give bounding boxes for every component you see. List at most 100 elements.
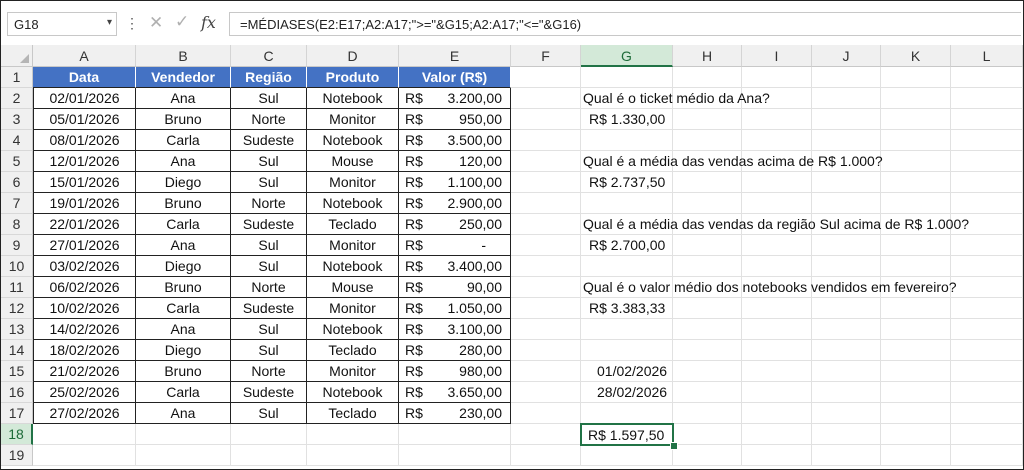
fill-handle[interactable] — [670, 442, 678, 450]
grid-cell[interactable] — [581, 193, 673, 214]
table-cell[interactable]: R$ 90,00 — [399, 277, 511, 298]
table-cell[interactable]: Norte — [231, 109, 307, 130]
grid-cell[interactable] — [673, 235, 742, 256]
grid-cell[interactable] — [231, 445, 307, 466]
grid-cell[interactable] — [673, 298, 742, 319]
row-header-3[interactable]: 3 — [1, 109, 33, 130]
grid-cell[interactable] — [673, 130, 742, 151]
grid-cell[interactable] — [511, 424, 581, 445]
table-cell[interactable]: Diego — [136, 340, 231, 361]
grid-cell[interactable] — [673, 319, 742, 340]
grid-cell[interactable] — [742, 193, 812, 214]
grid-cell[interactable] — [673, 172, 742, 193]
grid-cell[interactable] — [742, 382, 812, 403]
row-header-13[interactable]: 13 — [1, 319, 33, 340]
grid-cell[interactable] — [231, 424, 307, 445]
table-cell[interactable]: Mouse — [307, 277, 399, 298]
row-header-1[interactable]: 1 — [1, 67, 33, 88]
table-cell[interactable]: 02/01/2026 — [33, 88, 136, 109]
table-cell[interactable]: Carla — [136, 298, 231, 319]
name-box[interactable]: G18 ▾ — [7, 12, 117, 36]
column-header-e[interactable]: E — [399, 45, 511, 67]
grid-cell[interactable] — [511, 298, 581, 319]
table-cell[interactable]: Ana — [136, 319, 231, 340]
grid-cell[interactable] — [673, 382, 742, 403]
grid-cell[interactable] — [742, 298, 812, 319]
grid-cell[interactable] — [951, 445, 1023, 466]
grid-cell[interactable] — [673, 109, 742, 130]
grid-cell[interactable] — [742, 361, 812, 382]
table-cell[interactable]: Sul — [231, 235, 307, 256]
grid-cell[interactable] — [812, 256, 881, 277]
grid-cell[interactable] — [742, 109, 812, 130]
table-cell[interactable]: Diego — [136, 256, 231, 277]
grid-cell[interactable] — [812, 67, 881, 88]
grid-cell[interactable] — [881, 340, 951, 361]
row-header-12[interactable]: 12 — [1, 298, 33, 319]
table-header-cell[interactable]: Data — [33, 67, 136, 88]
grid-cell[interactable] — [33, 424, 136, 445]
grid-cell[interactable] — [881, 424, 951, 445]
grid-cell[interactable] — [812, 340, 881, 361]
grid-cell[interactable] — [581, 340, 673, 361]
table-cell[interactable]: 08/01/2026 — [33, 130, 136, 151]
grid-cell[interactable] — [951, 151, 1023, 172]
grid-cell[interactable] — [951, 403, 1023, 424]
column-header-l[interactable]: L — [951, 45, 1023, 67]
grid-cell[interactable] — [812, 109, 881, 130]
table-cell[interactable]: 18/02/2026 — [33, 340, 136, 361]
table-cell[interactable]: Bruno — [136, 109, 231, 130]
table-cell[interactable]: Carla — [136, 382, 231, 403]
grid-cell[interactable] — [581, 67, 673, 88]
grid-cell[interactable] — [812, 403, 881, 424]
table-cell[interactable]: Notebook — [307, 382, 399, 403]
table-cell[interactable]: 27/02/2026 — [33, 403, 136, 424]
table-cell[interactable]: R$ 980,00 — [399, 361, 511, 382]
grid-cell[interactable] — [399, 424, 511, 445]
row-header-14[interactable]: 14 — [1, 340, 33, 361]
row-header-2[interactable]: 2 — [1, 88, 33, 109]
grid-cell[interactable] — [581, 445, 673, 466]
table-cell[interactable]: 05/01/2026 — [33, 109, 136, 130]
table-cell[interactable]: Mouse — [307, 151, 399, 172]
table-cell[interactable]: Sul — [231, 151, 307, 172]
table-cell[interactable]: Sul — [231, 403, 307, 424]
table-cell[interactable]: Ana — [136, 403, 231, 424]
grid-cell[interactable] — [511, 151, 581, 172]
table-cell[interactable]: R$ 3.400,00 — [399, 256, 511, 277]
grid-cell[interactable] — [951, 340, 1023, 361]
table-cell[interactable]: Sul — [231, 340, 307, 361]
table-cell[interactable]: Notebook — [307, 88, 399, 109]
grid-cell[interactable] — [742, 403, 812, 424]
table-cell[interactable]: Carla — [136, 214, 231, 235]
grid-cell[interactable] — [307, 424, 399, 445]
table-cell[interactable]: 19/01/2026 — [33, 193, 136, 214]
grid-cell[interactable] — [812, 298, 881, 319]
grid-cell[interactable] — [33, 445, 136, 466]
grid-cell[interactable] — [581, 130, 673, 151]
column-header-c[interactable]: C — [231, 45, 307, 67]
table-header-cell[interactable]: Vendedor — [136, 67, 231, 88]
grid-cell[interactable] — [951, 172, 1023, 193]
table-cell[interactable]: Sudeste — [231, 130, 307, 151]
table-cell[interactable]: Sul — [231, 256, 307, 277]
table-cell[interactable]: Diego — [136, 172, 231, 193]
grid-cell[interactable] — [742, 67, 812, 88]
row-header-16[interactable]: 16 — [1, 382, 33, 403]
grid-cell[interactable] — [951, 193, 1023, 214]
table-header-cell[interactable]: Região — [231, 67, 307, 88]
insert-function-icon[interactable]: fx — [201, 13, 216, 32]
grid-cell[interactable] — [511, 340, 581, 361]
column-header-f[interactable]: F — [511, 45, 581, 67]
grid-cell[interactable] — [399, 445, 511, 466]
row-header-10[interactable]: 10 — [1, 256, 33, 277]
grid-cell[interactable] — [511, 382, 581, 403]
table-cell[interactable]: R$ 250,00 — [399, 214, 511, 235]
table-cell[interactable]: Bruno — [136, 277, 231, 298]
table-cell[interactable]: Ana — [136, 151, 231, 172]
grid-cell[interactable] — [881, 151, 951, 172]
grid-cell[interactable] — [812, 130, 881, 151]
table-cell[interactable]: Monitor — [307, 298, 399, 319]
table-cell[interactable]: Ana — [136, 88, 231, 109]
table-cell[interactable]: Teclado — [307, 340, 399, 361]
